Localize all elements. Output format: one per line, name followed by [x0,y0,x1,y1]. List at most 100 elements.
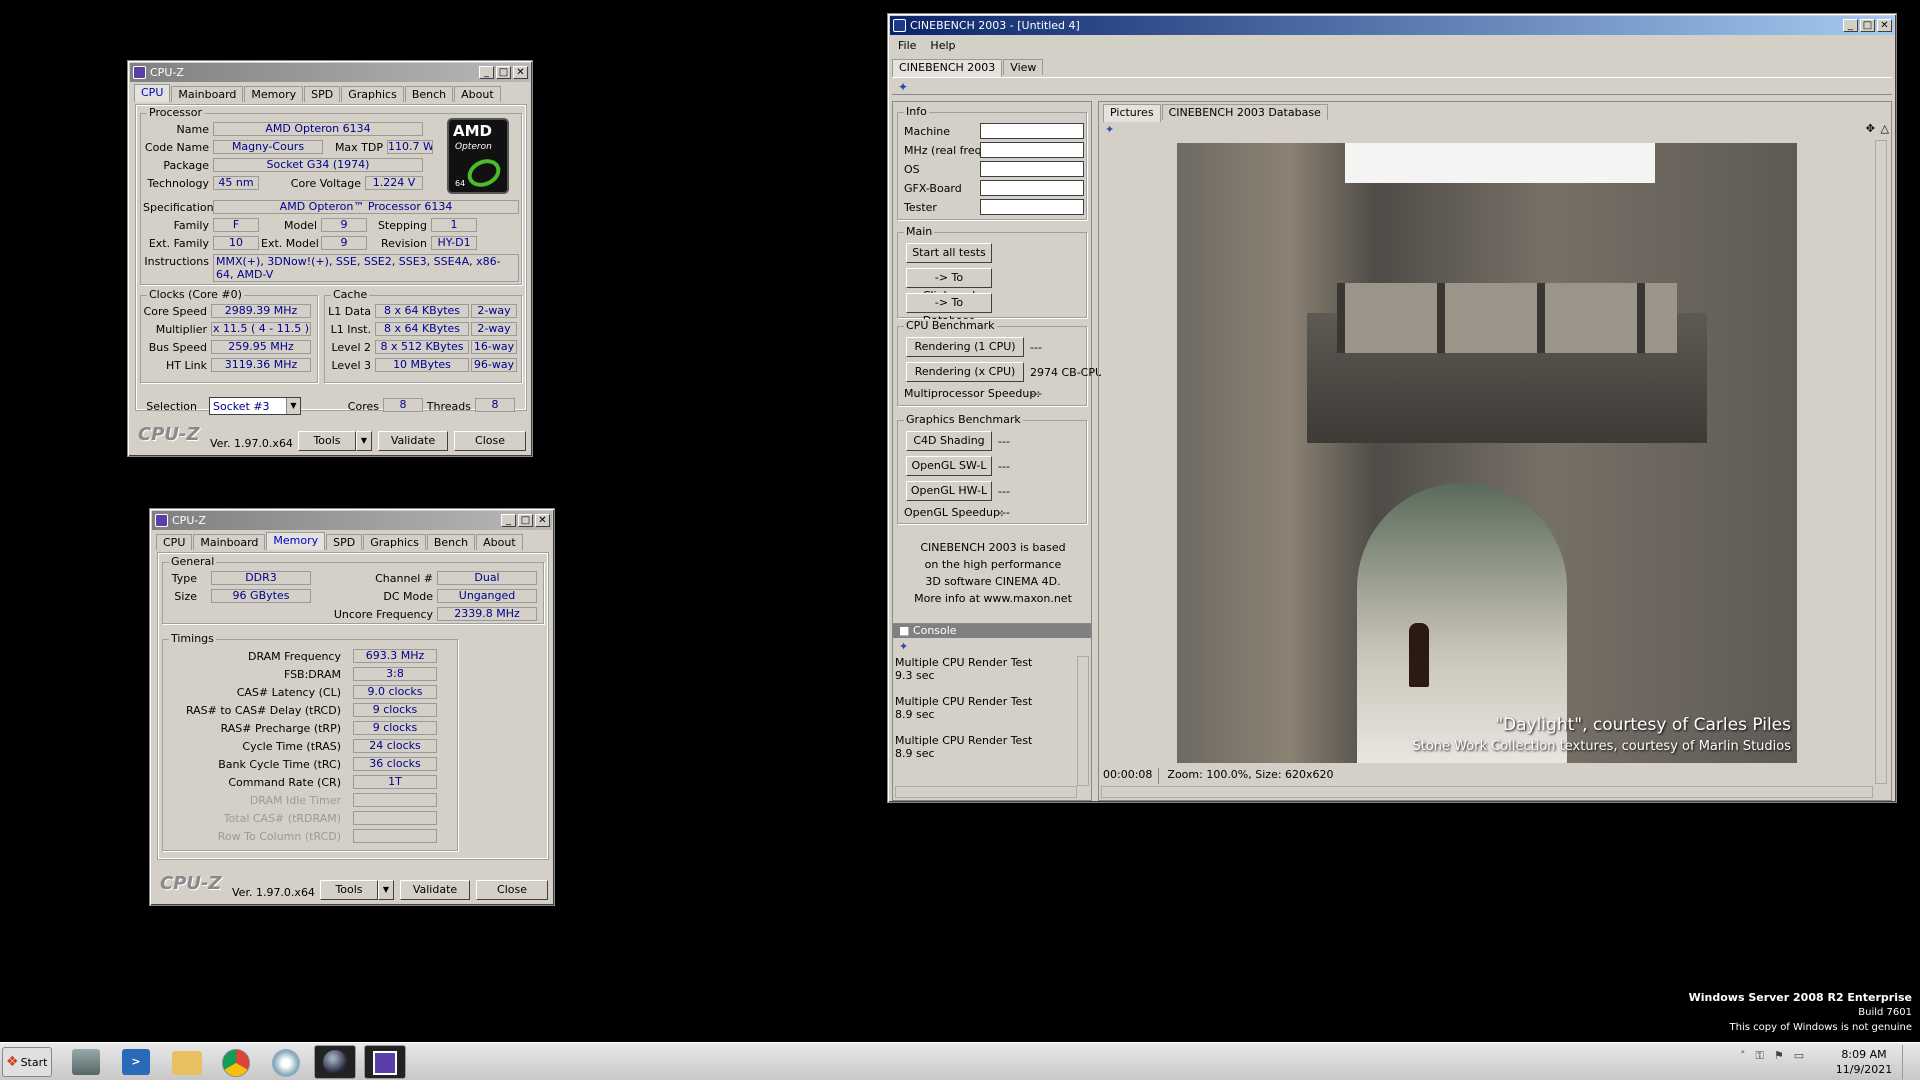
validate-button[interactable]: Validate [378,431,448,451]
show-hidden-icons-icon[interactable]: ˄ [1740,1049,1746,1063]
picture-vscrollbar[interactable] [1875,140,1887,784]
warning-icon[interactable]: △ [1881,122,1889,135]
tab-spd[interactable]: SPD [326,534,363,550]
taskbar-paint-icon[interactable] [272,1049,300,1077]
pin-icon[interactable]: ✦ [1105,123,1114,136]
tab-cpu[interactable]: CPU [156,534,193,550]
opengl-swl-button[interactable]: OpenGL SW-L [906,456,992,476]
maximize-icon[interactable]: □ [518,514,533,527]
clock[interactable]: 8:09 AM 11/9/2021 [1834,1047,1894,1077]
level-2-ways: 16-way [471,340,517,354]
core-voltage: 1.224 V [365,176,423,190]
to-database-button[interactable]: -> To Database [906,293,992,327]
tab-cpu[interactable]: CPU [134,84,171,102]
label: Uncore Frequency [333,608,433,621]
tester-input[interactable] [980,199,1084,215]
zoom-size-status: Zoom: 100.0%, Size: 620x620 [1167,768,1334,781]
start-button[interactable]: ❖ Start [2,1047,52,1077]
label: Type [171,572,197,585]
tab-database[interactable]: CINEBENCH 2003 Database [1161,104,1328,120]
tab-spd[interactable]: SPD [304,86,341,102]
cpuz-memory-window[interactable]: CPU-Z _ □ ✕ CPU Mainboard Memory SPD Graph… [149,508,555,906]
rendering-1cpu-button[interactable]: Rendering (1 CPU) [906,337,1024,357]
start-all-tests-button[interactable]: Start all tests [906,243,992,263]
taskbar-cpuz-icon[interactable] [364,1045,406,1079]
action-center-flag-icon[interactable]: ⚑ [1774,1049,1784,1063]
tab-about[interactable]: About [454,86,501,102]
tab-about[interactable]: About [476,534,523,550]
gfx-board-input[interactable] [980,180,1084,196]
c4d-shading-button[interactable]: C4D Shading [906,431,992,451]
tab-mainboard[interactable]: Mainboard [171,86,244,102]
timing-value [353,793,437,807]
tab-graphics[interactable]: Graphics [363,534,426,550]
tab-memory[interactable]: Memory [244,86,304,102]
validate-button[interactable]: Validate [400,880,470,900]
tools-button[interactable]: Tools [320,880,378,900]
opengl-hwl-button[interactable]: OpenGL HW-L [906,481,992,501]
pin-icon[interactable]: ✦ [899,640,908,653]
tab-cinebench[interactable]: CINEBENCH 2003 [892,59,1003,77]
dc-mode: Unganged [437,589,537,603]
cinebench-window[interactable]: CINEBENCH 2003 - [Untitled 4] _ □ ✕ File H… [887,13,1897,803]
to-clipboard-button[interactable]: -> To Clipboard [906,268,992,302]
label: Cores [347,400,379,413]
close-icon[interactable]: ✕ [513,66,528,79]
cinebench-title-bar[interactable]: CINEBENCH 2003 - [Untitled 4] _ □ ✕ [890,16,1894,35]
group-label: CPU Benchmark [904,319,997,332]
console-hscrollbar[interactable] [895,786,1077,798]
tab-graphics[interactable]: Graphics [341,86,404,102]
cpuz-cpu-window[interactable]: CPU-Z _ □ ✕ CPU Mainboard Memory SPD Graph… [127,60,533,457]
move-icon[interactable]: ✥ [1866,122,1875,135]
tools-dropdown-icon[interactable]: ▼ [378,880,394,900]
tab-bench[interactable]: Bench [404,86,454,102]
tools-dropdown-icon[interactable]: ▼ [356,431,372,451]
picture-hscrollbar[interactable] [1101,786,1873,798]
minimize-icon[interactable]: _ [501,514,516,527]
close-button[interactable]: Close [476,880,548,900]
close-icon[interactable]: ✕ [535,514,550,527]
tab-view[interactable]: View [1003,59,1044,75]
console-collapse-icon[interactable]: ■ [899,624,909,637]
os-input[interactable] [980,161,1084,177]
tab-memory[interactable]: Memory [266,532,326,550]
show-desktop-button[interactable] [1902,1045,1918,1079]
taskbar-explorer-icon[interactable] [172,1051,202,1075]
taskbar-powershell-icon[interactable]: > [122,1049,150,1075]
display-icon[interactable]: ▭ [1794,1049,1804,1063]
group-label: Processor [147,106,204,119]
maximize-icon[interactable]: □ [1860,19,1875,32]
minimize-icon[interactable]: _ [479,66,494,79]
label: Max TDP [334,141,383,154]
close-button[interactable]: Close [454,431,526,451]
tools-button[interactable]: Tools [298,431,356,451]
chevron-down-icon[interactable]: ▼ [286,398,300,414]
taskbar-cinebench-icon[interactable] [314,1045,356,1079]
main-group: Main Start all tests -> To Clipboard -> … [897,225,1087,327]
taskbar-chrome-icon[interactable] [222,1049,250,1077]
network-icon[interactable]: ⚿ [1756,1049,1764,1063]
machine-input[interactable] [980,123,1084,139]
cpuz-title-bar[interactable]: CPU-Z _ □ ✕ [130,63,530,82]
label: Specification [143,201,214,214]
socket-select[interactable]: Socket #3 ▼ [209,397,301,415]
taskbar-server-manager-icon[interactable] [72,1049,100,1075]
start-label: Start [20,1055,48,1069]
label: DC Mode [383,590,433,603]
tab-bench[interactable]: Bench [426,534,476,550]
cpuz-title-bar[interactable]: CPU-Z _ □ ✕ [152,511,552,530]
console-vscrollbar[interactable] [1077,656,1089,786]
maximize-icon[interactable]: □ [496,66,511,79]
pin-icon[interactable]: ✦ [898,80,908,94]
tab-mainboard[interactable]: Mainboard [193,534,266,550]
minimize-icon[interactable]: _ [1843,19,1858,32]
menu-help[interactable]: Help [930,37,955,55]
rendering-xcpu-result: 2974 CB-CPU [1030,366,1104,379]
rendering-xcpu-button[interactable]: Rendering (x CPU) [906,362,1024,382]
mhz-input[interactable] [980,142,1084,158]
close-icon[interactable]: ✕ [1877,19,1892,32]
menu-file[interactable]: File [898,37,916,55]
tab-pictures[interactable]: Pictures [1103,104,1161,122]
